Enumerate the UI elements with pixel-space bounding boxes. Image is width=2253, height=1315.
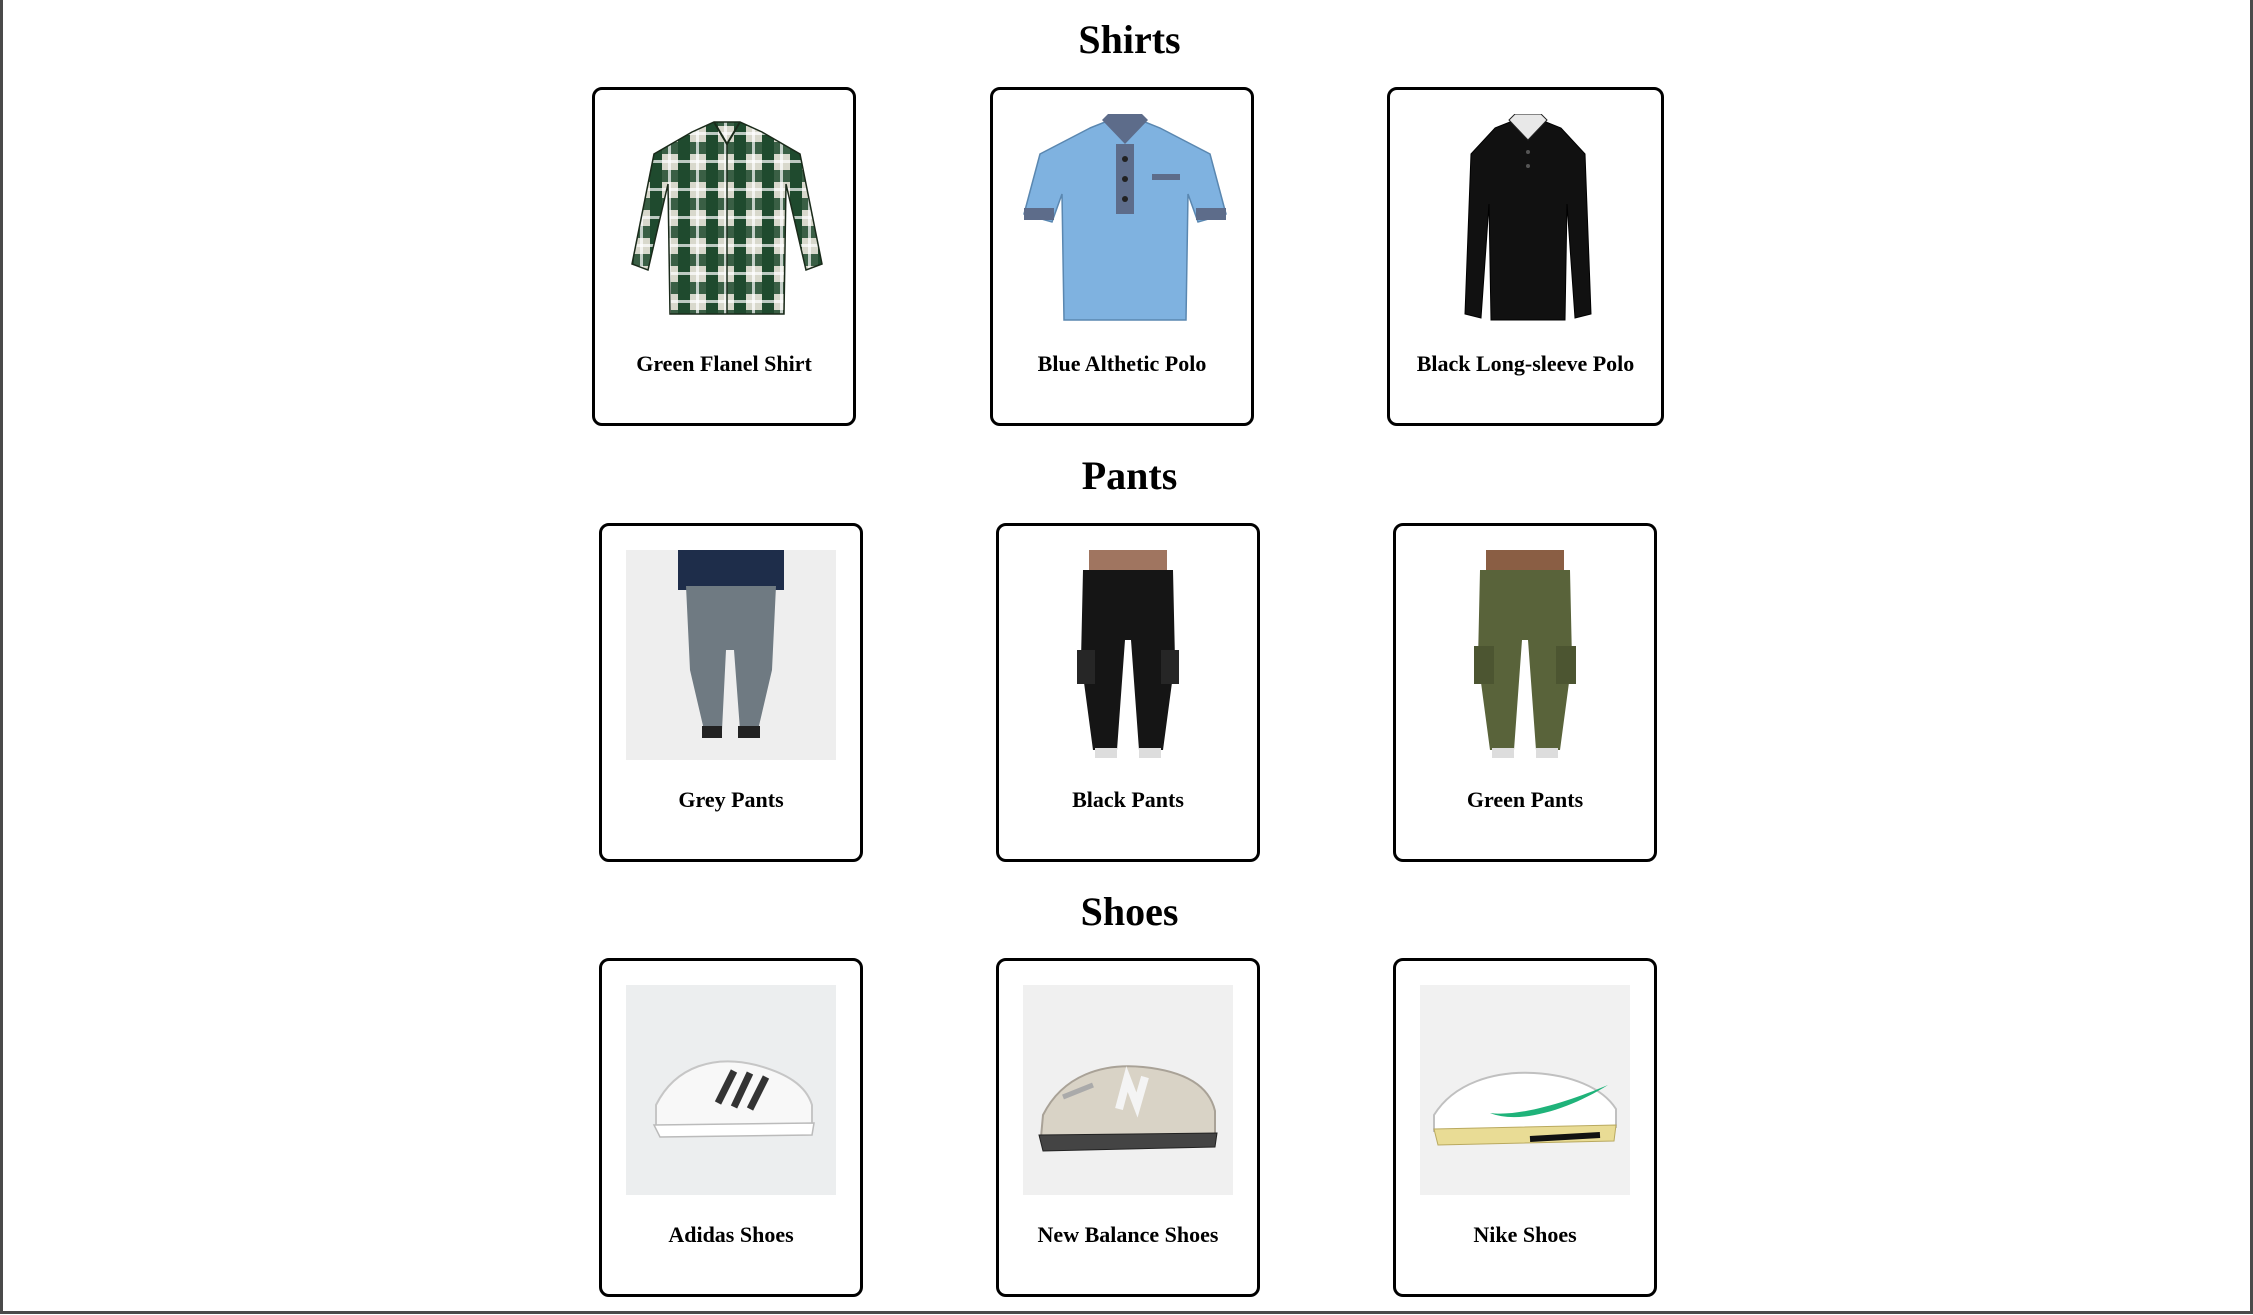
product-label: Black Pants	[1072, 787, 1184, 812]
product-label: Adidas Shoes	[668, 1222, 794, 1247]
product-card-blue-polo[interactable]: Blue Althetic Polo	[990, 87, 1254, 426]
grey-pants-image	[626, 550, 836, 760]
product-card-black-long-sleeve-polo[interactable]: Black Long-sleeve Polo	[1387, 87, 1664, 426]
product-label: Blue Althetic Polo	[1037, 351, 1207, 376]
product-label: Grey Pants	[678, 787, 784, 812]
page-frame: Shirts Green Flanel Shirt Blue Althetic …	[0, 0, 2253, 1314]
new-balance-sneaker-image	[1023, 985, 1233, 1195]
product-card-green-flannel-shirt[interactable]: Green Flanel Shirt	[592, 87, 856, 426]
black-cargo-pants-image	[1023, 550, 1233, 760]
product-card-black-pants[interactable]: Black Pants	[996, 523, 1260, 862]
product-card-new-balance-shoes[interactable]: New Balance Shoes	[996, 958, 1260, 1297]
product-label: Green Pants	[1466, 787, 1584, 812]
section-title-shirts: Shirts	[1078, 17, 1181, 62]
product-label: Black Long-sleeve Polo	[1416, 351, 1635, 376]
product-card-adidas-shoes[interactable]: Adidas Shoes	[599, 958, 863, 1297]
product-label: Green Flanel Shirt	[636, 351, 812, 376]
section-title-shoes: Shoes	[1080, 889, 1179, 934]
green-cargo-pants-image	[1420, 550, 1630, 760]
blue-polo-shirt-image	[1020, 114, 1230, 324]
nike-sneaker-image	[1420, 985, 1630, 1195]
product-label: Nike Shoes	[1473, 1222, 1577, 1247]
product-label: New Balance Shoes	[1037, 1222, 1219, 1247]
product-card-nike-shoes[interactable]: Nike Shoes	[1393, 958, 1657, 1297]
section-title-pants: Pants	[1081, 453, 1178, 498]
product-card-grey-pants[interactable]: Grey Pants	[599, 523, 863, 862]
adidas-sneaker-image	[626, 985, 836, 1195]
green-flannel-shirt-image	[622, 114, 832, 324]
black-long-sleeve-polo-image	[1423, 114, 1633, 324]
product-card-green-pants[interactable]: Green Pants	[1393, 523, 1657, 862]
